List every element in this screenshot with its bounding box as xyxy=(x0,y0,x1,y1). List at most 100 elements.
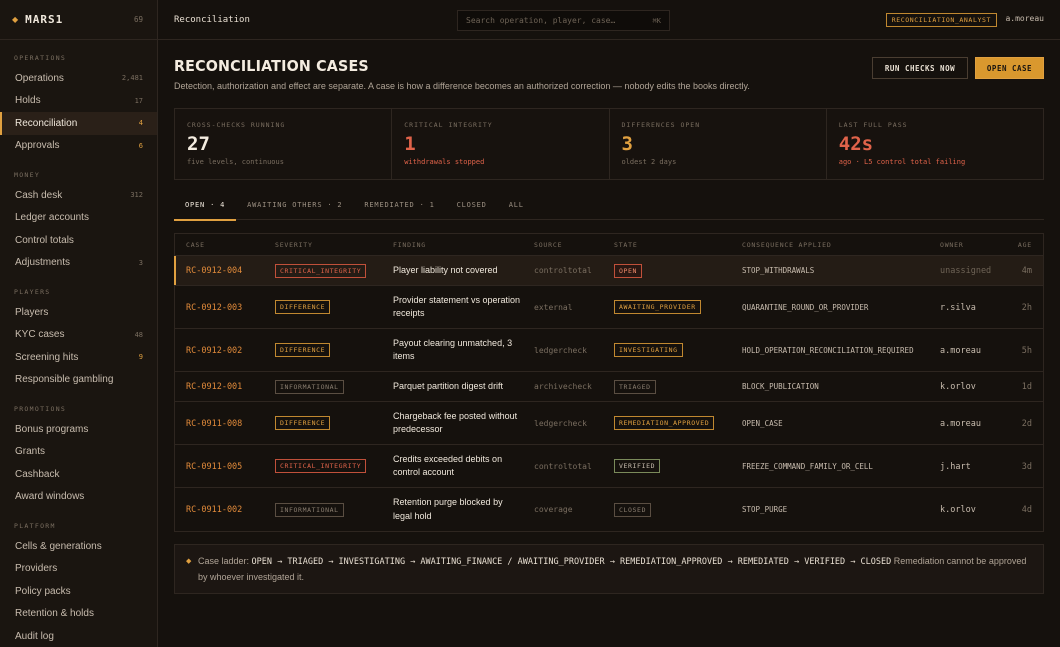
owner-cell: k.orlov xyxy=(929,504,1001,515)
table-row[interactable]: RC-0912-003 DIFFERENCE Provider statement … xyxy=(175,286,1043,329)
case-cell: RC-0912-004 xyxy=(175,265,264,276)
sidebar-item-providers[interactable]: Providers xyxy=(0,558,157,581)
case-id-link[interactable]: RC-0912-004 xyxy=(186,266,242,276)
sidebar-item-retention-holds[interactable]: Retention & holds xyxy=(0,603,157,626)
sidebar-item-players[interactable]: Players xyxy=(0,301,157,324)
nav-section: PROMOTIONS Bonus programs Grants Cashback Aw… xyxy=(0,391,157,508)
severity-cell: DIFFERENCE xyxy=(264,416,382,430)
source-cell: ledgercheck xyxy=(523,418,603,429)
tab-awaiting-others-2[interactable]: AWAITING OTHERS · 2 xyxy=(236,195,353,220)
sidebar-item-grants[interactable]: Grants xyxy=(0,441,157,464)
sidebar-item-holds[interactable]: Holds 17 xyxy=(0,90,157,113)
sidebar: ◆ MARS1 69 OPERATIONS Operations 2,481 Hold… xyxy=(0,0,158,647)
tab-remediated-1[interactable]: REMEDIATED · 1 xyxy=(353,195,445,220)
finding-text: Credits exceeded debits on control accou… xyxy=(393,453,503,478)
search-input[interactable] xyxy=(466,16,653,25)
sidebar-item-cash-desk[interactable]: Cash desk 312 xyxy=(0,184,157,207)
finding-text: Retention purge blocked by legal hold xyxy=(393,497,503,521)
sidebar-item-kyc-cases[interactable]: KYC cases 48 xyxy=(0,324,157,347)
sidebar-item-label: Holds xyxy=(15,95,41,107)
severity-badge: CRITICAL_INTEGRITY xyxy=(275,459,367,473)
owner-cell: unassigned xyxy=(929,265,1001,276)
case-cell: RC-0912-003 xyxy=(175,302,264,313)
sidebar-item-label: KYC cases xyxy=(15,329,65,341)
age-text: 1d xyxy=(1021,382,1032,392)
severity-cell: DIFFERENCE xyxy=(264,343,382,357)
sidebar-item-screening-hits[interactable]: Screening hits 9 xyxy=(0,346,157,369)
table-row[interactable]: RC-0912-001 INFORMATIONAL Parquet partitio… xyxy=(175,372,1043,402)
table-row[interactable]: RC-0911-008 DIFFERENCE Chargeback fee post… xyxy=(175,402,1043,445)
finding-cell: Chargeback fee posted without predecesso… xyxy=(382,410,523,437)
column-header-age: AGE xyxy=(1017,240,1032,249)
severity-cell: INFORMATIONAL xyxy=(264,379,382,394)
finding-cell: Retention purge blocked by legal hold xyxy=(382,496,523,523)
sidebar-item-ledger-accounts[interactable]: Ledger accounts xyxy=(0,207,157,230)
consequence-text: STOP_PURGE xyxy=(742,505,788,514)
stat-value: 1 xyxy=(404,133,416,155)
user-menu[interactable]: a.moreau xyxy=(1005,14,1044,23)
case-cell: RC-0911-005 xyxy=(175,461,264,472)
severity-cell: INFORMATIONAL xyxy=(264,502,382,517)
tab-open-4[interactable]: OPEN · 4 xyxy=(174,195,237,221)
open-case-button[interactable]: OPEN CASE xyxy=(975,57,1044,79)
age-text: 2d xyxy=(1021,418,1032,429)
search-shortcut: ⌘K xyxy=(652,16,661,25)
severity-badge: INFORMATIONAL xyxy=(275,502,344,517)
case-id-link[interactable]: RC-0911-002 xyxy=(186,505,242,515)
source-cell: external xyxy=(523,302,603,313)
case-cell: RC-0911-002 xyxy=(175,504,264,515)
state-cell: TRIAGED xyxy=(603,379,731,394)
state-badge: INVESTIGATING xyxy=(614,343,683,357)
sidebar-item-approvals[interactable]: Approvals 6 xyxy=(0,135,157,158)
stat-note: withdrawals stopped xyxy=(404,158,485,166)
sidebar-item-label: Cashback xyxy=(15,468,60,480)
finding-text: Provider statement vs operation receipts xyxy=(393,294,521,319)
tab-all[interactable]: ALL xyxy=(498,195,535,220)
sidebar-item-adjustments[interactable]: Adjustments 3 xyxy=(0,252,157,275)
consequence-cell: FREEZE_COMMAND_FAMILY_OR_CELL xyxy=(731,461,929,472)
run-checks-button[interactable]: RUN CHECKS NOW xyxy=(872,57,968,79)
sidebar-item-reconciliation[interactable]: Reconciliation 4 xyxy=(0,112,157,135)
sidebar-item-label: Control totals xyxy=(15,234,74,246)
sidebar-item-label: Bonus programs xyxy=(15,423,89,435)
case-id-link[interactable]: RC-0912-003 xyxy=(186,303,242,313)
table-row[interactable]: RC-0912-002 DIFFERENCE Payout clearing unm… xyxy=(175,329,1043,372)
table-row[interactable]: RC-0911-005 CRITICAL_INTEGRITY Credits exc… xyxy=(175,445,1043,488)
stat-note: ago · L5 control total failing xyxy=(838,158,966,166)
page-title: RECONCILIATION CASES xyxy=(174,57,369,75)
consequence-cell: BLOCK_PUBLICATION xyxy=(731,381,929,392)
search-box[interactable]: ⌘K xyxy=(457,10,670,31)
source-text: archivecheck xyxy=(534,382,592,391)
source-text: ledgercheck xyxy=(534,345,587,355)
owner-cell: a.moreau xyxy=(929,345,1001,356)
source-cell: archivecheck xyxy=(523,381,603,392)
age-cell: 4d xyxy=(1001,504,1043,515)
sidebar-item-policy-packs[interactable]: Policy packs xyxy=(0,580,157,603)
sidebar-item-count: 2,481 xyxy=(121,74,143,83)
sidebar-item-responsible-gambling[interactable]: Responsible gambling xyxy=(0,369,157,392)
source-cell: controltotal xyxy=(523,265,603,276)
case-id-link[interactable]: RC-0912-002 xyxy=(186,346,242,356)
case-id-link[interactable]: RC-0912-001 xyxy=(186,382,242,392)
table-row[interactable]: RC-0912-004 CRITICAL_INTEGRITY Player liab… xyxy=(174,256,1043,286)
tab-closed[interactable]: CLOSED xyxy=(446,195,498,220)
nav-section-label: PLAYERS xyxy=(14,288,51,296)
source-cell: coverage xyxy=(523,504,603,515)
nav-section: OPERATIONS Operations 2,481 Holds 17 Reconcil… xyxy=(0,40,157,157)
sidebar-item-control-totals[interactable]: Control totals xyxy=(0,229,157,252)
sidebar-item-audit-log[interactable]: Audit log xyxy=(0,625,157,647)
case-id-link[interactable]: RC-0911-005 xyxy=(186,462,242,472)
sidebar-item-cashback[interactable]: Cashback xyxy=(0,463,157,486)
main-content: RECONCILIATION CASES Detection, authoriz… xyxy=(174,40,1044,594)
finding-text: Parquet partition digest drift xyxy=(393,380,504,391)
age-text: 4d xyxy=(1021,505,1032,515)
stat-value: 27 xyxy=(187,133,210,155)
sidebar-item-count: 312 xyxy=(130,191,143,200)
sidebar-item-operations[interactable]: Operations 2,481 xyxy=(0,67,157,90)
sidebar-item-award-windows[interactable]: Award windows xyxy=(0,486,157,509)
case-id-link[interactable]: RC-0911-008 xyxy=(186,419,242,429)
sidebar-item-bonus-programs[interactable]: Bonus programs xyxy=(0,418,157,441)
table-row[interactable]: RC-0911-002 INFORMATIONAL Retention purge … xyxy=(175,488,1043,531)
source-text: external xyxy=(534,302,573,312)
sidebar-item-cells-generations[interactable]: Cells & generations xyxy=(0,535,157,558)
